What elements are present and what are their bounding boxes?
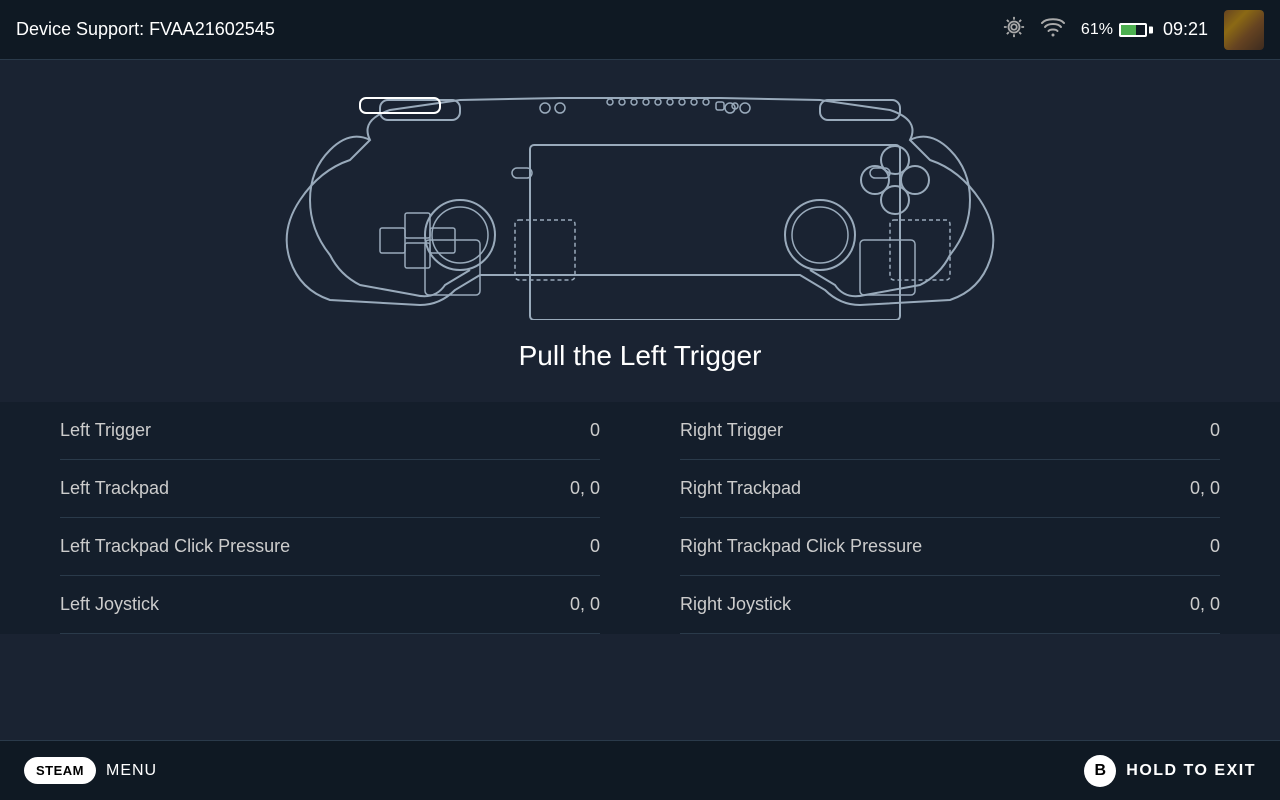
hold-to-exit-button[interactable]: B HOLD TO EXIT [1084, 755, 1256, 787]
controller-diagram [260, 80, 1020, 320]
settings-icon[interactable] [1003, 16, 1025, 44]
table-row: Left Trackpad 0, 0 [60, 460, 600, 518]
header-bar: Device Support: FVAA21602545 61% [0, 0, 1280, 60]
clock-display: 09:21 [1163, 19, 1208, 40]
avatar[interactable] [1224, 10, 1264, 50]
right-trackpad-label: Right Trackpad [680, 478, 801, 499]
right-trackpad-click-value: 0 [1210, 536, 1220, 557]
page-title: Device Support: FVAA21602545 [16, 19, 275, 40]
battery-display: 61% [1081, 21, 1147, 39]
left-joystick-value: 0, 0 [570, 594, 600, 615]
table-row: Right Joystick 0, 0 [680, 576, 1220, 634]
left-trigger-label: Left Trigger [60, 420, 151, 441]
controller-area: Pull the Left Trigger [0, 60, 1280, 382]
right-trigger-value: 0 [1210, 420, 1220, 441]
right-joystick-label: Right Joystick [680, 594, 791, 615]
right-trackpad-value: 0, 0 [1190, 478, 1220, 499]
battery-percent: 61% [1081, 21, 1113, 39]
battery-icon [1119, 23, 1147, 37]
hold-to-exit-label: HOLD TO EXIT [1126, 762, 1256, 780]
left-trackpad-value: 0, 0 [570, 478, 600, 499]
steam-logo[interactable]: STEAM [24, 757, 96, 784]
right-trackpad-click-label: Right Trackpad Click Pressure [680, 536, 922, 557]
left-trackpad-click-label: Left Trackpad Click Pressure [60, 536, 290, 557]
data-grid: Left Trigger 0 Left Trackpad 0, 0 Left T… [60, 402, 1220, 634]
steam-menu-button[interactable]: STEAM MENU [24, 757, 157, 784]
instruction-label: Pull the Left Trigger [519, 340, 762, 372]
menu-label: MENU [106, 762, 157, 780]
right-joystick-value: 0, 0 [1190, 594, 1220, 615]
table-row: Left Trigger 0 [60, 402, 600, 460]
table-row: Right Trackpad Click Pressure 0 [680, 518, 1220, 576]
table-row: Right Trackpad 0, 0 [680, 460, 1220, 518]
wifi-icon [1041, 17, 1065, 43]
left-trackpad-label: Left Trackpad [60, 478, 169, 499]
left-trackpad-click-value: 0 [590, 536, 600, 557]
b-button-label: B [1095, 762, 1107, 780]
left-joystick-label: Left Joystick [60, 594, 159, 615]
footer-bar: STEAM MENU B HOLD TO EXIT [0, 740, 1280, 800]
data-area: Left Trigger 0 Left Trackpad 0, 0 Left T… [0, 402, 1280, 634]
left-column: Left Trigger 0 Left Trackpad 0, 0 Left T… [60, 402, 600, 634]
header-controls: 61% 09:21 [1003, 10, 1264, 50]
b-button-icon[interactable]: B [1084, 755, 1116, 787]
right-trigger-label: Right Trigger [680, 420, 783, 441]
table-row: Right Trigger 0 [680, 402, 1220, 460]
right-column: Right Trigger 0 Right Trackpad 0, 0 Righ… [680, 402, 1220, 634]
left-trigger-value: 0 [590, 420, 600, 441]
table-row: Left Joystick 0, 0 [60, 576, 600, 634]
table-row: Left Trackpad Click Pressure 0 [60, 518, 600, 576]
